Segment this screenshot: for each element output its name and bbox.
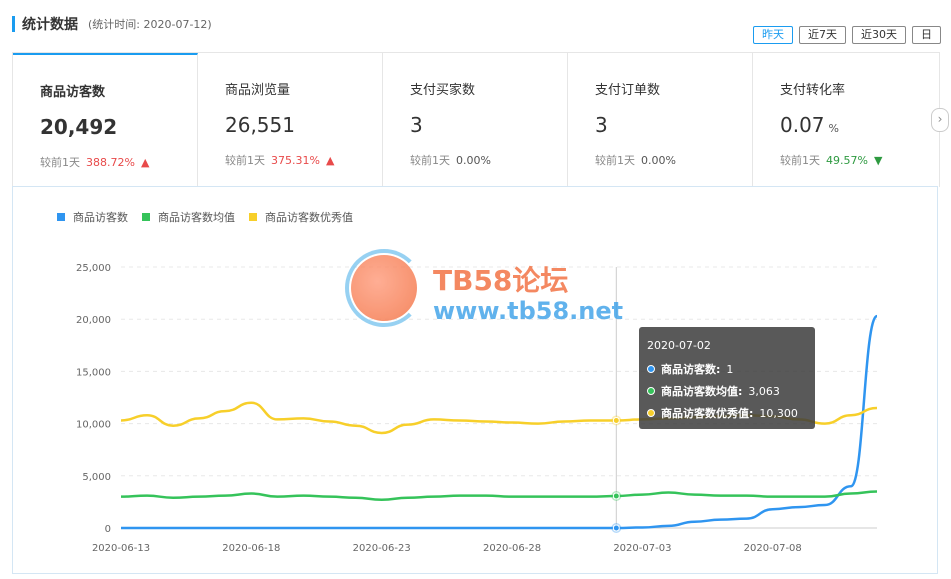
metric-delta: 0.00% (641, 154, 676, 167)
metric-card-orders[interactable]: 支付订单数 3 较前1天 0.00% (568, 53, 753, 187)
tooltip-dot (647, 387, 655, 395)
metric-delta: 0.00% (456, 154, 491, 167)
tooltip-row: 商品访客数均值: 3,063 (647, 383, 780, 399)
metric-unit: % (828, 122, 839, 135)
watermark: TB58论坛 www.tb58.net (345, 249, 624, 335)
title-accent-bar (12, 16, 15, 32)
metric-compare: 较前1天 0.00% (595, 152, 676, 168)
range-yesterday-button[interactable]: 昨天 (753, 26, 793, 44)
metric-label: 支付买家数 (410, 83, 476, 98)
date-range-selector: 昨天 近7天 近30天 日 (753, 26, 941, 44)
compare-label: 较前1天 (410, 154, 450, 167)
metric-value: 3 (410, 113, 423, 137)
metric-label: 支付订单数 (595, 83, 661, 98)
y-tick-label: 0 (105, 524, 111, 535)
metric-compare: 较前1天 388.72% ▲ (40, 154, 149, 170)
metric-card-conversion[interactable]: 支付转化率 0.07% 较前1天 49.57% ▼ (753, 53, 938, 187)
range-7days-button[interactable]: 近7天 (799, 26, 846, 44)
x-tick-label: 2020-06-13 (92, 543, 150, 554)
tooltip-name: 商品访客数: (661, 363, 721, 376)
tooltip-value: 3,063 (748, 384, 780, 398)
metric-compare: 较前1天 0.00% (410, 152, 491, 168)
compare-label: 较前1天 (40, 156, 80, 169)
metric-delta: 375.31% (271, 154, 320, 167)
metric-compare: 较前1天 49.57% ▼ (780, 152, 882, 168)
section-title: 统计数据 (22, 17, 78, 33)
tooltip-name: 商品访客数优秀值: (661, 407, 754, 420)
metric-card-pageviews[interactable]: 商品浏览量 26,551 较前1天 375.31% ▲ (198, 53, 383, 187)
x-tick-label: 2020-06-23 (353, 543, 411, 554)
tooltip-row: 商品访客数优秀值: 10,300 (647, 405, 798, 421)
highlight-point (612, 492, 620, 500)
compare-label: 较前1天 (595, 154, 635, 167)
y-tick-label: 5,000 (82, 472, 111, 483)
y-tick-label: 20,000 (76, 315, 111, 326)
tooltip-dot (647, 365, 655, 373)
tooltip-dot (647, 409, 655, 417)
metric-value: 3 (595, 113, 608, 137)
x-tick-label: 2020-06-18 (222, 543, 280, 554)
metric-compare: 较前1天 375.31% ▲ (225, 152, 334, 168)
y-tick-label: 25,000 (76, 263, 111, 274)
x-tick-label: 2020-07-08 (744, 543, 802, 554)
metric-value-number: 26,551 (225, 113, 295, 137)
metric-value-number: 20,492 (40, 115, 118, 139)
chevron-right-icon[interactable]: › (931, 108, 949, 132)
metric-value: 26,551 (225, 113, 295, 137)
metric-card-visitors[interactable]: 商品访客数 20,492 较前1天 388.72% ▲ (13, 53, 198, 187)
arrow-up-icon: ▲ (325, 154, 335, 167)
x-tick-label: 2020-07-03 (613, 543, 671, 554)
metric-value-number: 0.07 (780, 113, 825, 137)
metric-delta: 388.72% (86, 156, 135, 169)
series-line-1 (120, 490, 878, 502)
compare-label: 较前1天 (780, 154, 820, 167)
metric-cards: 商品访客数 20,492 较前1天 388.72% ▲ 商品浏览量 26,551 较… (12, 52, 940, 187)
tooltip-value: 10,300 (759, 406, 798, 420)
stat-time: (统计时间: 2020-07-12) (88, 18, 212, 31)
highlight-point (612, 524, 620, 532)
metric-label: 支付转化率 (780, 83, 846, 98)
tooltip-name: 商品访客数均值: (661, 385, 743, 398)
tooltip-date: 2020-07-02 (647, 339, 711, 352)
chart-tooltip: 2020-07-02 商品访客数: 1 商品访客数均值: 3,063 商品访客数优秀… (639, 327, 815, 429)
range-day-button[interactable]: 日 (912, 26, 941, 44)
highlight-point (612, 416, 620, 424)
metric-label: 商品浏览量 (225, 83, 291, 98)
metric-value-number: 3 (410, 113, 423, 137)
y-tick-label: 15,000 (76, 367, 111, 378)
arrow-down-icon: ▼ (873, 154, 883, 167)
compare-label: 较前1天 (225, 154, 265, 167)
tooltip-value: 1 (726, 362, 734, 376)
metric-value: 20,492 (40, 115, 117, 139)
metric-card-buyers[interactable]: 支付买家数 3 较前1天 0.00% (383, 53, 568, 187)
y-tick-label: 10,000 (76, 420, 111, 431)
watermark-brand: TB58论坛 (433, 264, 569, 297)
chart-panel: 商品访客数 商品访客数均值 商品访客数优秀值 0 5,000 10,000 15,00… (12, 186, 938, 574)
watermark-url: www.tb58.net (433, 297, 624, 325)
hand-logo-icon (351, 255, 417, 321)
metric-delta: 49.57% (826, 154, 868, 167)
tooltip-row: 商品访客数: 1 (647, 361, 733, 377)
metric-value-number: 3 (595, 113, 608, 137)
metric-value: 0.07% (780, 113, 839, 137)
x-tick-label: 2020-06-28 (483, 543, 541, 554)
range-30days-button[interactable]: 近30天 (852, 26, 906, 44)
arrow-up-icon: ▲ (140, 156, 150, 169)
metric-label: 商品访客数 (40, 85, 106, 100)
